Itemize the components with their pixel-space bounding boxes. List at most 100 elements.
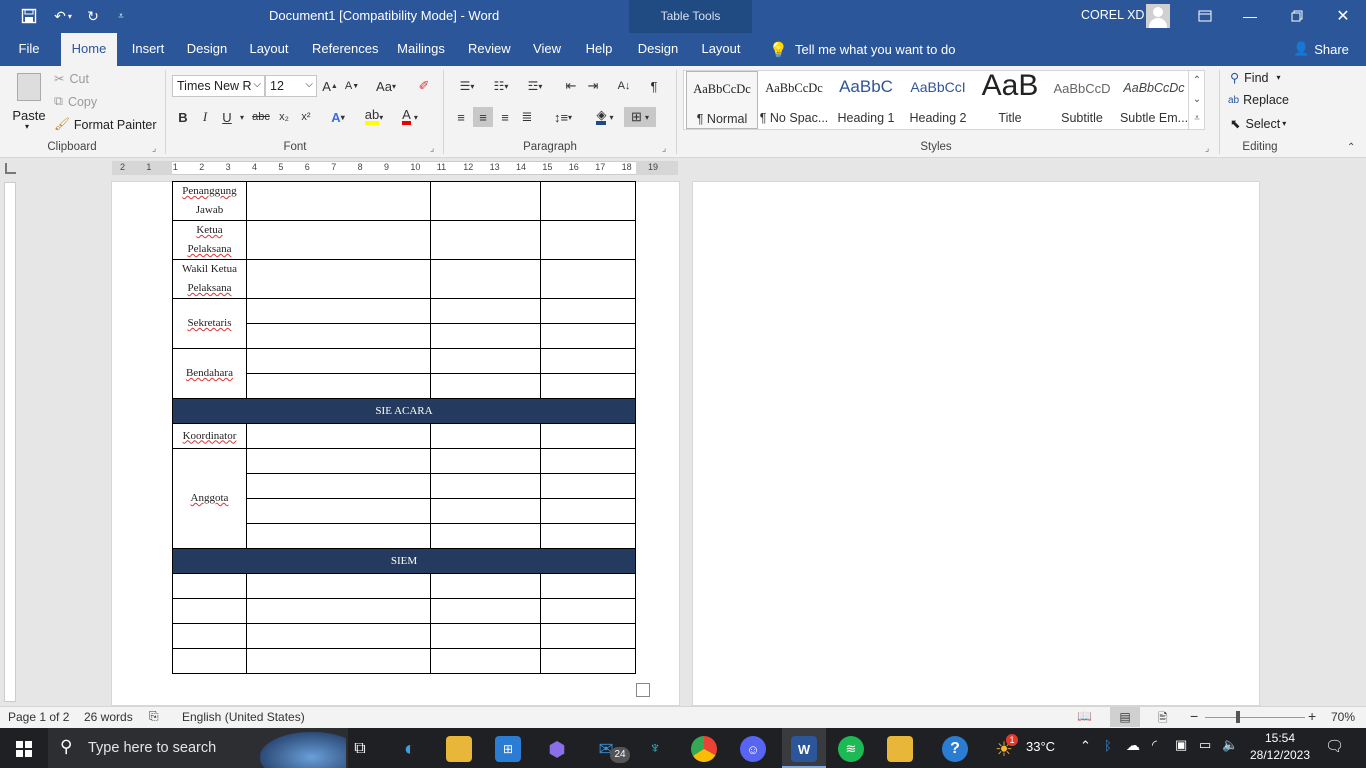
bold-button[interactable]: B [173,107,193,127]
tab-design[interactable]: Design [184,33,230,66]
shading-icon[interactable]: ◈ ▾ [590,107,620,127]
shrink-font-icon[interactable]: A ▼ [342,76,362,96]
table-cell[interactable] [172,648,247,674]
table-cell[interactable] [540,373,636,399]
table-cell[interactable] [172,573,247,599]
wifi-icon[interactable]: ◜ [1152,737,1157,753]
language[interactable]: English (United States) [182,710,305,724]
paste-button[interactable]: Paste ▾ [12,70,46,131]
task-view-icon[interactable]: ⧉ [347,736,373,762]
sort-icon[interactable]: A↓ [614,76,634,96]
table-cell[interactable] [540,498,636,524]
zoom-slider-thumb[interactable] [1236,711,1240,723]
battery-icon[interactable]: ▭ [1199,737,1211,753]
section-header-sie-acara[interactable]: SIE ACARA [172,398,636,424]
table-cell-role[interactable]: Ketua Pelaksana [172,220,247,260]
table-cell[interactable] [540,573,636,599]
table-cell[interactable] [540,648,636,674]
windows-start-icon[interactable] [11,736,37,762]
speaker-icon[interactable]: 🔈 [1222,737,1238,753]
numbering-icon[interactable]: ☷ ▾ [486,76,516,96]
more-styles-icon[interactable]: ⩡ [1189,109,1205,128]
zoom-slider[interactable] [1205,717,1305,718]
bluetooth-icon[interactable]: ᛒ [1104,738,1112,753]
tab-view[interactable]: View [531,33,563,66]
table-cell[interactable] [245,648,432,674]
table-cell[interactable] [430,498,542,524]
find-button[interactable]: ⚲ Find ▾ [1230,70,1281,86]
app-icon[interactable]: ♆ [642,736,668,762]
table-cell[interactable] [540,259,636,299]
avatar[interactable] [1146,4,1170,28]
align-left-icon[interactable]: ≡ [451,107,471,127]
committee-table[interactable]: Penanggung Jawab Ketua Pelaksana Wakil Ket… [172,181,636,674]
collapse-ribbon-icon[interactable]: ⌃ [1347,142,1355,153]
table-cell[interactable] [430,348,542,374]
tab-review[interactable]: Review [466,33,512,66]
zoom-out-icon[interactable]: − [1190,708,1198,724]
clipchamp-icon[interactable]: ⬢ [544,736,570,762]
table-cell[interactable] [172,623,247,649]
clear-formatting-icon[interactable]: ✐ [414,76,434,96]
table-cell[interactable] [430,181,542,221]
table-cell[interactable] [540,598,636,624]
table-cell-role[interactable]: Wakil Ketua Pelaksana [172,259,247,299]
restore-icon[interactable] [1287,6,1307,26]
print-layout-icon[interactable]: ▤ [1110,707,1140,727]
style-heading-1[interactable]: AaBbC Heading 1 [830,71,902,129]
multilevel-list-icon[interactable]: ☲ ▾ [520,76,550,96]
table-cell-role[interactable]: Anggota [172,448,247,549]
table-cell[interactable] [540,348,636,374]
change-case-button[interactable]: Aa ▾ [372,76,400,96]
table-cell[interactable] [245,573,432,599]
style-subtle-emphasis[interactable]: AaBbCcDc Subtle Em... [1118,71,1190,129]
onedrive-icon[interactable]: ☁ [1126,737,1140,754]
copy-button[interactable]: ⧉ Copy [54,94,97,109]
style-normal[interactable]: AaBbCcDc ¶ Normal [686,71,758,129]
tab-help[interactable]: Help [583,33,615,66]
store-icon[interactable]: ⊞ [495,736,521,762]
table-cell[interactable] [245,498,432,524]
dialog-launcher-icon[interactable]: ⌟ [1205,143,1209,154]
font-size-combo[interactable]: 12 ⌵ [265,75,317,97]
word-count[interactable]: 26 words [84,710,133,724]
table-cell[interactable] [245,181,432,221]
file-explorer-icon[interactable] [446,736,472,762]
table-cell[interactable] [245,423,432,449]
select-button[interactable]: ⬉ Select ▾ [1230,116,1286,132]
ribbon-display-options-icon[interactable] [1195,6,1215,26]
close-icon[interactable]: ✕ [1333,6,1353,26]
underline-dropdown-icon[interactable]: ▾ [236,107,248,127]
table-cell[interactable] [540,623,636,649]
page-count[interactable]: Page 1 of 2 [8,710,69,724]
table-cell[interactable] [430,323,542,349]
dialog-launcher-icon[interactable]: ⌟ [662,143,666,154]
borders-icon[interactable]: ⊞ ▾ [624,107,656,127]
table-cell-role[interactable]: Bendahara [172,348,247,399]
align-center-icon[interactable]: ≡ [473,107,493,127]
style-subtitle[interactable]: AaBbCcD Subtitle [1046,71,1118,129]
subscript-icon[interactable]: x₂ [274,107,294,127]
table-cell[interactable] [245,348,432,374]
style-no-spacing[interactable]: AaBbCcDc ¶ No Spac... [758,71,830,129]
chevron-up-icon[interactable]: ⌃ [1080,738,1091,754]
undo-icon[interactable]: ↶ ▾ [48,6,78,26]
table-cell[interactable] [430,523,542,549]
table-cell[interactable] [245,259,432,299]
table-cell[interactable] [245,623,432,649]
table-cell[interactable] [430,448,542,474]
table-cell[interactable] [540,181,636,221]
table-cell[interactable] [430,648,542,674]
gallery-scroll[interactable]: ⌃ ⌄ ⩡ [1188,71,1205,129]
discord-icon[interactable]: ☺ [740,736,766,762]
section-header-siem[interactable]: SIEM [172,548,636,574]
increase-indent-icon[interactable]: ⇥ [583,76,603,96]
customize-qat-icon[interactable]: ⩡ [113,6,129,26]
temperature[interactable]: 33°C [1026,739,1055,754]
horizontal-ruler[interactable]: 2 1 1 2 3 4 5 6 7 8 9 10 11 12 13 14 15 16 17 18 19 [0,158,1366,178]
tell-me-search[interactable]: Tell me what you want to do [795,42,955,57]
table-cell[interactable] [245,323,432,349]
tab-table-layout[interactable]: Layout [699,33,743,66]
proofing-icon[interactable]: ⎘ [149,709,159,724]
align-right-icon[interactable]: ≡ [495,107,515,127]
